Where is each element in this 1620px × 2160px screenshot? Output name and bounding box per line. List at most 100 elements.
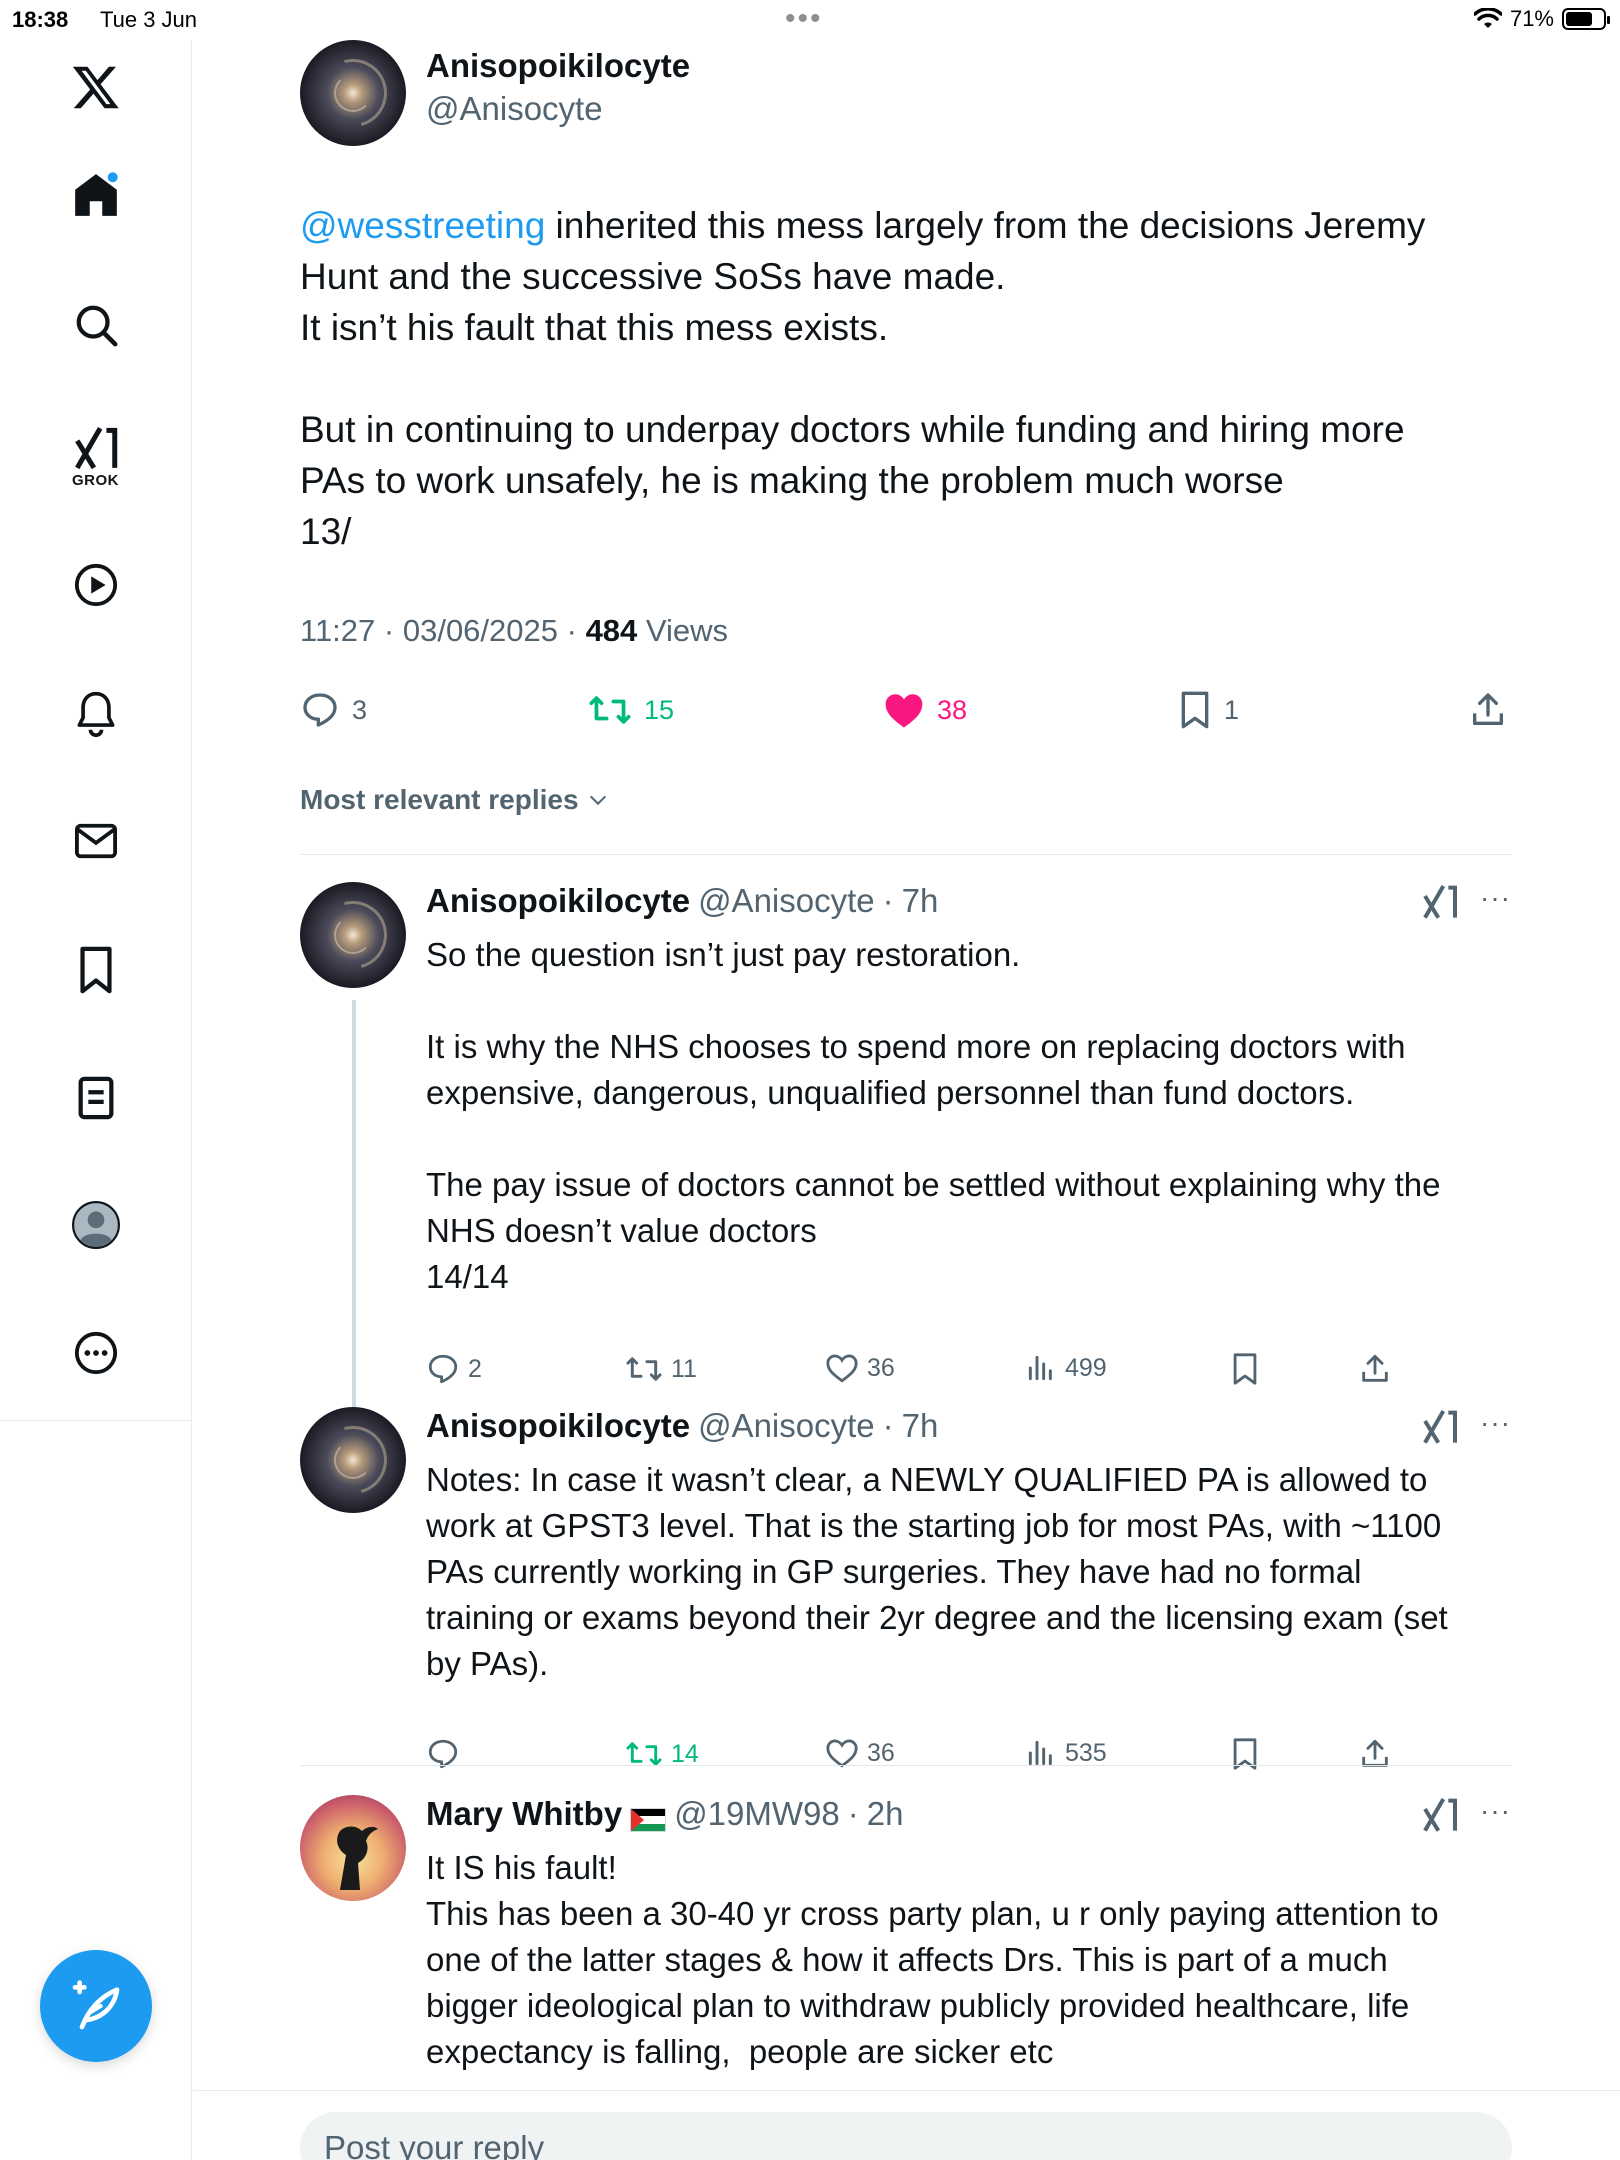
reply-count: 3 [352, 694, 368, 725]
messages-icon[interactable] [73, 820, 119, 862]
profile-icon[interactable] [71, 1200, 121, 1250]
lists-icon[interactable] [76, 1075, 116, 1121]
reply-icon [303, 693, 337, 727]
tweet-text: @wesstreeting inherited this mess largel… [300, 200, 1450, 557]
reply-tweet[interactable]: Anisopoikilocyte @Anisocyte · 7h ··· So … [300, 882, 1512, 1385]
author-handle[interactable]: @Anisocyte [698, 1407, 875, 1445]
palestine-flag-icon [630, 1802, 667, 1832]
share-icon [1362, 1354, 1388, 1382]
mention-link[interactable]: @wesstreeting [300, 205, 545, 246]
more-options-icon[interactable]: ··· [1480, 882, 1511, 914]
like-count: 36 [867, 1353, 895, 1382]
battery-percent: 71% [1509, 6, 1554, 31]
battery-icon [1562, 8, 1610, 30]
notifications-icon[interactable] [73, 690, 119, 738]
avatar[interactable] [300, 1407, 406, 1513]
video-icon[interactable] [73, 562, 119, 608]
view-count: 535 [1065, 1738, 1107, 1767]
reply-input[interactable]: Post your reply [300, 2112, 1512, 2160]
grok-explain-button[interactable] [1420, 1407, 1460, 1450]
divider [300, 1765, 1512, 1766]
heart-icon [826, 1354, 858, 1383]
repost-button[interactable]: 15 [588, 690, 674, 730]
grok-explain-button[interactable] [1420, 1795, 1460, 1838]
author-handle[interactable]: @19MW98 [674, 1795, 840, 1833]
reply-icon [428, 1354, 458, 1384]
reply-count: 2 [468, 1354, 482, 1383]
more-icon[interactable] [73, 1330, 119, 1376]
status-bar: 18:38 Tue 3 Jun ••• 71% [0, 0, 1620, 40]
chevron-down-icon [589, 795, 606, 806]
home-icon[interactable] [71, 170, 121, 220]
reply-age[interactable]: 2h [867, 1795, 904, 1833]
repost-button[interactable]: 11 [625, 1352, 697, 1386]
reply-tweet[interactable]: Anisopoikilocyte @Anisocyte · 7h ··· Not… [300, 1407, 1512, 1807]
author-display-name[interactable]: Anisopoikilocyte [426, 47, 690, 85]
sidebar: GROK [0, 40, 192, 2160]
replies-sort-label: Most relevant replies [300, 784, 579, 815]
like-button[interactable]: 38 [883, 690, 967, 730]
repost-icon [589, 696, 631, 724]
avatar[interactable] [300, 1795, 406, 1901]
compose-post-button[interactable] [40, 1950, 152, 2062]
like-count: 38 [937, 694, 968, 725]
avatar[interactable] [300, 882, 406, 988]
tweet-time[interactable]: 11:27 [300, 613, 375, 648]
reply-text: Notes: In case it wasn’t clear, a NEWLY … [426, 1461, 1448, 1682]
grok-icon[interactable]: GROK [71, 424, 121, 489]
share-icon [1473, 693, 1503, 725]
views-button[interactable]: 499 [1025, 1352, 1107, 1384]
reply-age[interactable]: 7h [902, 1407, 939, 1445]
repost-count: 15 [644, 694, 675, 725]
multitasking-dots-icon[interactable]: ••• [785, 2, 823, 36]
bookmark-icon [1181, 691, 1209, 729]
replies-sort-dropdown[interactable]: Most relevant replies [300, 784, 609, 816]
grok-icon [1423, 1797, 1457, 1832]
bookmark-count: 1 [1224, 694, 1240, 725]
more-options-icon[interactable]: ··· [1480, 1407, 1511, 1439]
bookmarks-icon[interactable] [76, 945, 116, 995]
wifi-icon [1473, 8, 1502, 28]
reply-age[interactable]: 7h [902, 882, 939, 920]
reply-button[interactable]: 3 [300, 690, 367, 730]
author-display-name[interactable]: Anisopoikilocyte [426, 882, 690, 920]
reply-header: Anisopoikilocyte @Anisocyte · 7h [426, 882, 939, 920]
reply-tweet[interactable]: Mary Whitby @19MW98 · 2h ··· It IS his f… [300, 1795, 1512, 2095]
grok-label: GROK [72, 472, 119, 489]
tweet-meta: 11:27 · 03/06/2025 · 484 Views [300, 613, 729, 648]
views-count: 484 [585, 613, 638, 648]
like-count: 36 [867, 1738, 895, 1767]
reply-header: Anisopoikilocyte @Anisocyte · 7h [426, 1407, 939, 1445]
tweet-date[interactable]: 03/06/2025 [403, 613, 558, 648]
author-display-name[interactable]: Anisopoikilocyte [426, 1407, 690, 1445]
bookmark-button[interactable] [1230, 1352, 1260, 1386]
reply-button[interactable]: 2 [426, 1352, 482, 1386]
compose-feather-icon [72, 1980, 120, 2030]
bookmark-button[interactable]: 1 [1178, 690, 1239, 730]
reply-text: So the question isn’t just pay restorati… [426, 936, 1441, 1295]
x-logo-icon[interactable] [70, 62, 122, 112]
author-display-name[interactable]: Mary Whitby [426, 1795, 622, 1833]
author-handle[interactable]: @Anisocyte [426, 90, 603, 128]
share-button[interactable] [1358, 1352, 1392, 1386]
status-time: 18:38 [12, 7, 69, 32]
heart-filled-icon [885, 694, 923, 728]
repost-icon [626, 1357, 662, 1381]
repost-count: 11 [671, 1354, 697, 1383]
share-button[interactable] [1468, 690, 1508, 730]
bird-silhouette-icon [337, 1826, 378, 1890]
tweet-text-body: inherited this mess largely from the dec… [300, 205, 1426, 552]
grok-explain-button[interactable] [1420, 882, 1460, 925]
like-button[interactable]: 36 [825, 1352, 895, 1384]
views-label: Views [645, 613, 729, 648]
author-handle[interactable]: @Anisocyte [698, 882, 875, 920]
analytics-icon [1028, 1355, 1052, 1381]
bookmark-icon [1233, 1353, 1257, 1385]
reply-header: Mary Whitby @19MW98 · 2h [426, 1795, 904, 1833]
search-icon[interactable] [73, 302, 119, 348]
more-options-icon[interactable]: ··· [1480, 1795, 1511, 1827]
avatar[interactable] [300, 40, 406, 146]
grok-icon [1423, 884, 1457, 919]
view-count: 499 [1065, 1353, 1107, 1382]
main-column: Anisopoikilocyte @Anisocyte @wesstreetin… [193, 40, 1620, 2160]
